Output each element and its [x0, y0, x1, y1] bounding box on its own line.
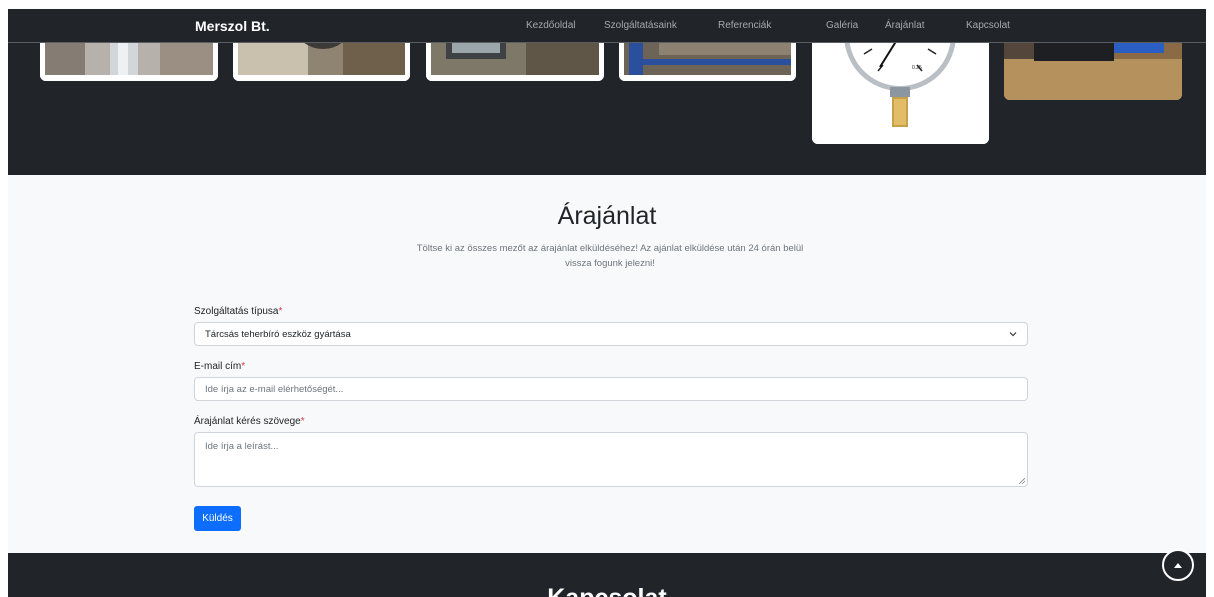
navbar: Merszol Bt. Kezdőoldal Szolgáltatásaink … [8, 9, 1206, 43]
email-input[interactable] [194, 377, 1028, 401]
email-label: E-mail cím* [194, 361, 245, 372]
resize-handle-icon[interactable] [1019, 478, 1025, 484]
quote-subtitle: Töltse ki az összes mezőt az árajánlat e… [395, 241, 825, 271]
nav-item-kapcsolat[interactable]: Kapcsolat [966, 20, 1010, 31]
chevron-down-icon [1009, 332, 1017, 337]
brand-logo-text[interactable]: Merszol Bt. [195, 18, 270, 34]
contact-section: Kapcsolat [8, 553, 1206, 597]
required-mark: * [241, 361, 246, 372]
contact-title: Kapcsolat [8, 584, 1206, 597]
quote-title: Árajánlat [557, 202, 657, 230]
nav-item-kezdooldal[interactable]: Kezdőoldal [526, 20, 575, 31]
nav-item-galeria[interactable]: Galéria [826, 20, 858, 31]
required-mark: * [300, 416, 305, 427]
message-textarea[interactable] [194, 432, 1028, 487]
submit-button[interactable]: Küldés [194, 506, 241, 531]
nav-item-arajanlat[interactable]: Árajánlat [885, 20, 924, 31]
quote-subtitle-line-2: vissza fogunk jelezni! [565, 258, 655, 269]
back-to-top-button[interactable] [1162, 549, 1194, 581]
message-label-text: Árajánlat kérés szövege [194, 416, 301, 427]
service-type-label-text: Szolgáltatás típusa [194, 306, 279, 317]
required-mark: * [278, 306, 283, 317]
quote-section: Árajánlat Töltse ki az összes mezőt az á… [8, 175, 1206, 553]
arrow-up-icon [1174, 563, 1182, 568]
service-type-select[interactable]: Tárcsás teherbíró eszköz gyártása [194, 322, 1028, 346]
email-label-text: E-mail cím [194, 361, 242, 372]
browser-viewport: bar 0.25 Merszol Bt. Kezdőoldal Szolgált… [8, 9, 1206, 597]
service-type-selected-value: Tárcsás teherbíró eszköz gyártása [205, 328, 351, 340]
nav-item-szolgaltatasaink[interactable]: Szolgáltatásaink [604, 20, 677, 31]
gauge-reading-text: 0.25 [912, 65, 922, 71]
message-label: Árajánlat kérés szövege* [194, 416, 305, 427]
service-type-label: Szolgáltatás típusa* [194, 306, 282, 317]
nav-item-referenciak[interactable]: Referenciák [718, 20, 771, 31]
quote-subtitle-line-1: Töltse ki az összes mezőt az árajánlat e… [416, 243, 804, 254]
page: bar 0.25 Merszol Bt. Kezdőoldal Szolgált… [0, 0, 1214, 597]
